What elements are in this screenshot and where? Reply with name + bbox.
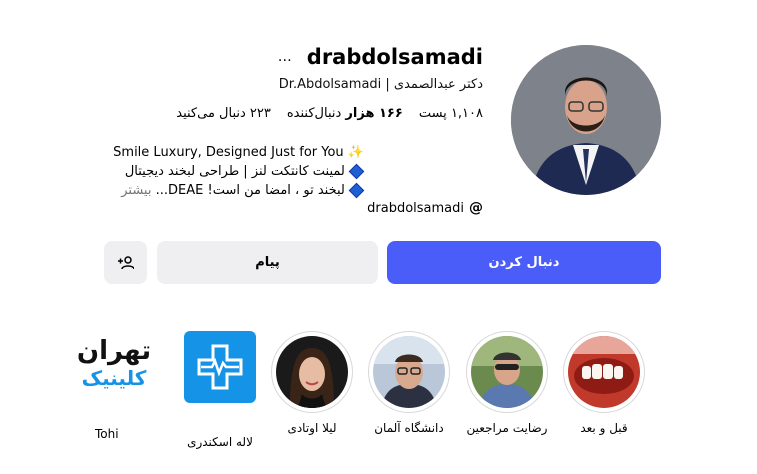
bio-line-1-text: Smile Luxury, Designed Just for You	[113, 145, 344, 160]
highlight-cover	[276, 336, 348, 408]
username-row: drabdolsamadi …	[278, 43, 483, 71]
username: drabdolsamadi	[306, 45, 483, 69]
bio-line-3-text: لبخند تو ، امضا من است! DEAE...	[155, 183, 345, 198]
bio-more-link[interactable]: بیشتر	[121, 183, 151, 198]
highlight-satisfaction[interactable]: رضایت مراجعین	[465, 331, 549, 435]
posts-count: ۱,۱۰۸	[450, 106, 483, 121]
highlight-ring	[466, 331, 548, 413]
person-photo	[471, 336, 543, 408]
highlight-label: رضایت مراجعین	[466, 421, 548, 435]
bio-line-3: لبخند تو ، امضا من است! DEAE... بیشتر	[113, 181, 365, 200]
highlight-ring	[563, 331, 645, 413]
more-options-icon[interactable]: …	[278, 49, 293, 65]
highlight-ring	[271, 331, 353, 413]
highlight-cover	[568, 336, 640, 408]
person-add-icon	[117, 255, 134, 269]
threads-link[interactable]: @ drabdolsamadi	[367, 200, 483, 216]
highlight-label: دانشگاه آلمان	[374, 421, 444, 435]
highlight-label: لیلا اوتادی	[287, 421, 337, 435]
followers-count: ۱۶۶ هزار	[345, 106, 403, 121]
threads-icon: @	[469, 200, 483, 216]
teeth-image	[568, 336, 640, 408]
following-count: ۲۲۳	[249, 106, 271, 121]
clinic-wordmark[interactable]: تهران کلینیک	[50, 336, 178, 390]
suggest-people-button[interactable]	[104, 241, 147, 284]
highlight-label: قبل و بعد	[580, 421, 628, 435]
followers-stat[interactable]: ۱۶۶ هزار دنبال‌کننده	[287, 106, 403, 121]
full-name: دکتر عبدالصمدی | Dr.Abdolsamadi	[278, 77, 483, 92]
posts-stat: ۱,۱۰۸ پست	[419, 106, 483, 121]
medical-cross-icon	[197, 344, 243, 390]
follow-button[interactable]: دنبال کردن	[387, 241, 661, 284]
following-label: دنبال می‌کنید	[176, 106, 246, 121]
blue-diamond-icon	[348, 163, 365, 180]
highlight-label: Tohi	[95, 427, 119, 441]
bio-line-1: ✨ Smile Luxury, Designed Just for You	[113, 143, 364, 162]
followers-label: دنبال‌کننده	[286, 106, 342, 121]
highlight-laleh-eskandari[interactable]	[184, 331, 256, 403]
clinic-wordmark-line2: کلینیک	[81, 366, 147, 390]
bio-line-2: لمینت کانتکت لنز | طراحی لبخند دیجیتال	[113, 162, 365, 181]
profile-stats: ۱,۱۰۸ پست ۱۶۶ هزار دنبال‌کننده ۲۲۳ دنبال…	[176, 106, 483, 121]
posts-label: پست	[418, 106, 447, 121]
highlight-cover	[471, 336, 543, 408]
highlight-leila-otadi[interactable]: لیلا اوتادی	[270, 331, 354, 435]
highlight-before-after[interactable]: قبل و بعد	[562, 331, 646, 435]
threads-handle: drabdolsamadi	[367, 200, 464, 216]
profile-avatar[interactable]	[511, 45, 661, 195]
blue-diamond-icon	[348, 182, 365, 199]
bio-line-2-text: لمینت کانتکت لنز | طراحی لبخند دیجیتال	[124, 164, 345, 179]
clinic-wordmark-line1: تهران	[76, 336, 152, 366]
highlight-label: لاله اسکندری	[187, 435, 253, 449]
bio: ✨ Smile Luxury, Designed Just for You لم…	[113, 143, 365, 200]
sparkle-icon: ✨	[347, 145, 364, 160]
message-button[interactable]: پیام	[157, 241, 378, 284]
person-photo	[276, 336, 348, 408]
highlight-cover	[373, 336, 445, 408]
person-photo	[373, 336, 445, 408]
profile-photo	[511, 45, 661, 195]
highlight-ring	[368, 331, 450, 413]
following-stat[interactable]: ۲۲۳ دنبال می‌کنید	[176, 106, 271, 121]
highlight-germany-university[interactable]: دانشگاه آلمان	[367, 331, 451, 435]
